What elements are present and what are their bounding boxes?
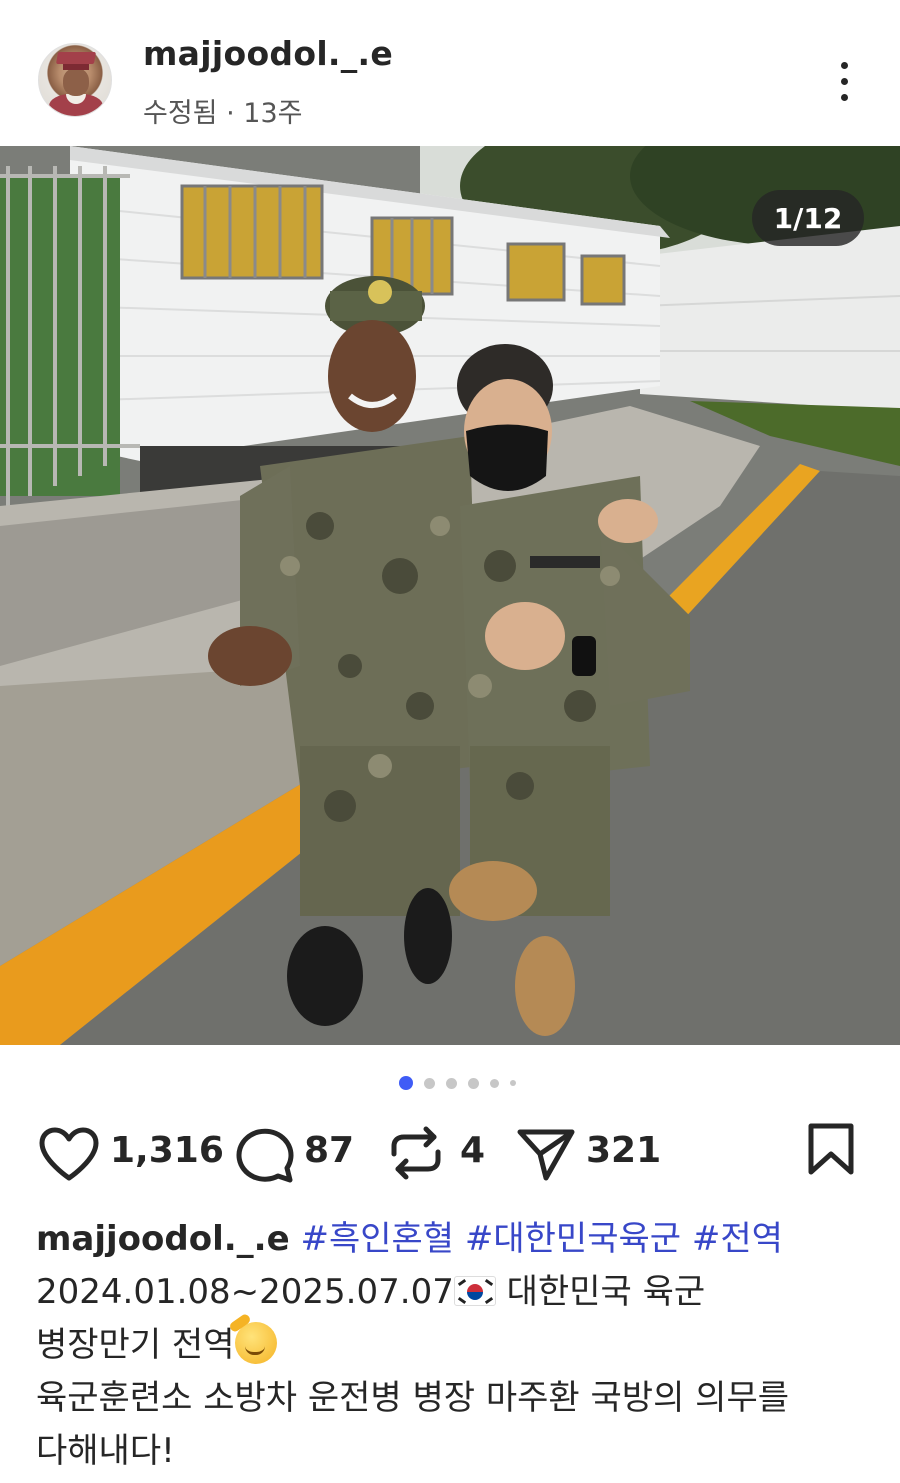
korea-flag-icon [453,1276,496,1306]
photo-counter: 1/12 [752,190,864,246]
repost-count[interactable]: 4 [460,1130,485,1171]
carousel-dot [468,1077,479,1089]
carousel-dot [399,1076,413,1090]
more-options-icon[interactable] [828,58,862,106]
caption-discharge: 병장만기 전역 [36,1325,235,1365]
heart-icon[interactable] [38,1126,100,1182]
carousel-dot [490,1078,499,1088]
carousel-dot [510,1080,516,1086]
carousel-indicator [399,1076,527,1090]
bookmark-icon[interactable] [806,1122,856,1178]
profile-avatar[interactable] [38,43,112,117]
post-meta: 수정됨 · 13주 [143,98,303,129]
repost-arrows-icon[interactable] [388,1124,444,1182]
post-username[interactable]: majjoodol._.e [143,34,393,73]
caption-username[interactable]: majjoodol._.e [36,1219,290,1259]
like-count[interactable]: 1,316 [110,1130,224,1171]
caption-text-end: 다해내다! [36,1431,175,1471]
hashtag-link[interactable]: #대한민국육군 [465,1219,681,1259]
carousel-dot [446,1077,457,1089]
caption-army: 대한민국 육군 [495,1272,706,1312]
paper-plane-icon[interactable] [516,1124,576,1182]
share-count[interactable]: 321 [586,1130,661,1171]
hashtag-link[interactable]: #흑인혼혈 [300,1219,454,1259]
post-header: majjoodol._.e 수정됨 · 13주 [0,0,900,146]
post-caption: majjoodol._.e #흑인혼혈 #대한민국육군 #전역 2024.01.… [36,1213,876,1478]
caption-dates: 2024.01.08~2025.07.07 [36,1272,454,1312]
carousel-dot [424,1077,435,1089]
post-photo-image [0,146,900,1045]
comment-bubble-icon[interactable] [234,1126,294,1184]
action-bar: 1,316 87 4 321 [0,1118,900,1188]
caption-text: 육군훈련소 소방차 운전병 병장 마주환 국방의 의무를 [36,1378,790,1418]
post-photo[interactable]: 1/12 [0,146,900,1045]
comment-count[interactable]: 87 [304,1130,354,1171]
saluting-face-icon [234,1322,277,1364]
hashtag-link[interactable]: #전역 [692,1219,783,1259]
